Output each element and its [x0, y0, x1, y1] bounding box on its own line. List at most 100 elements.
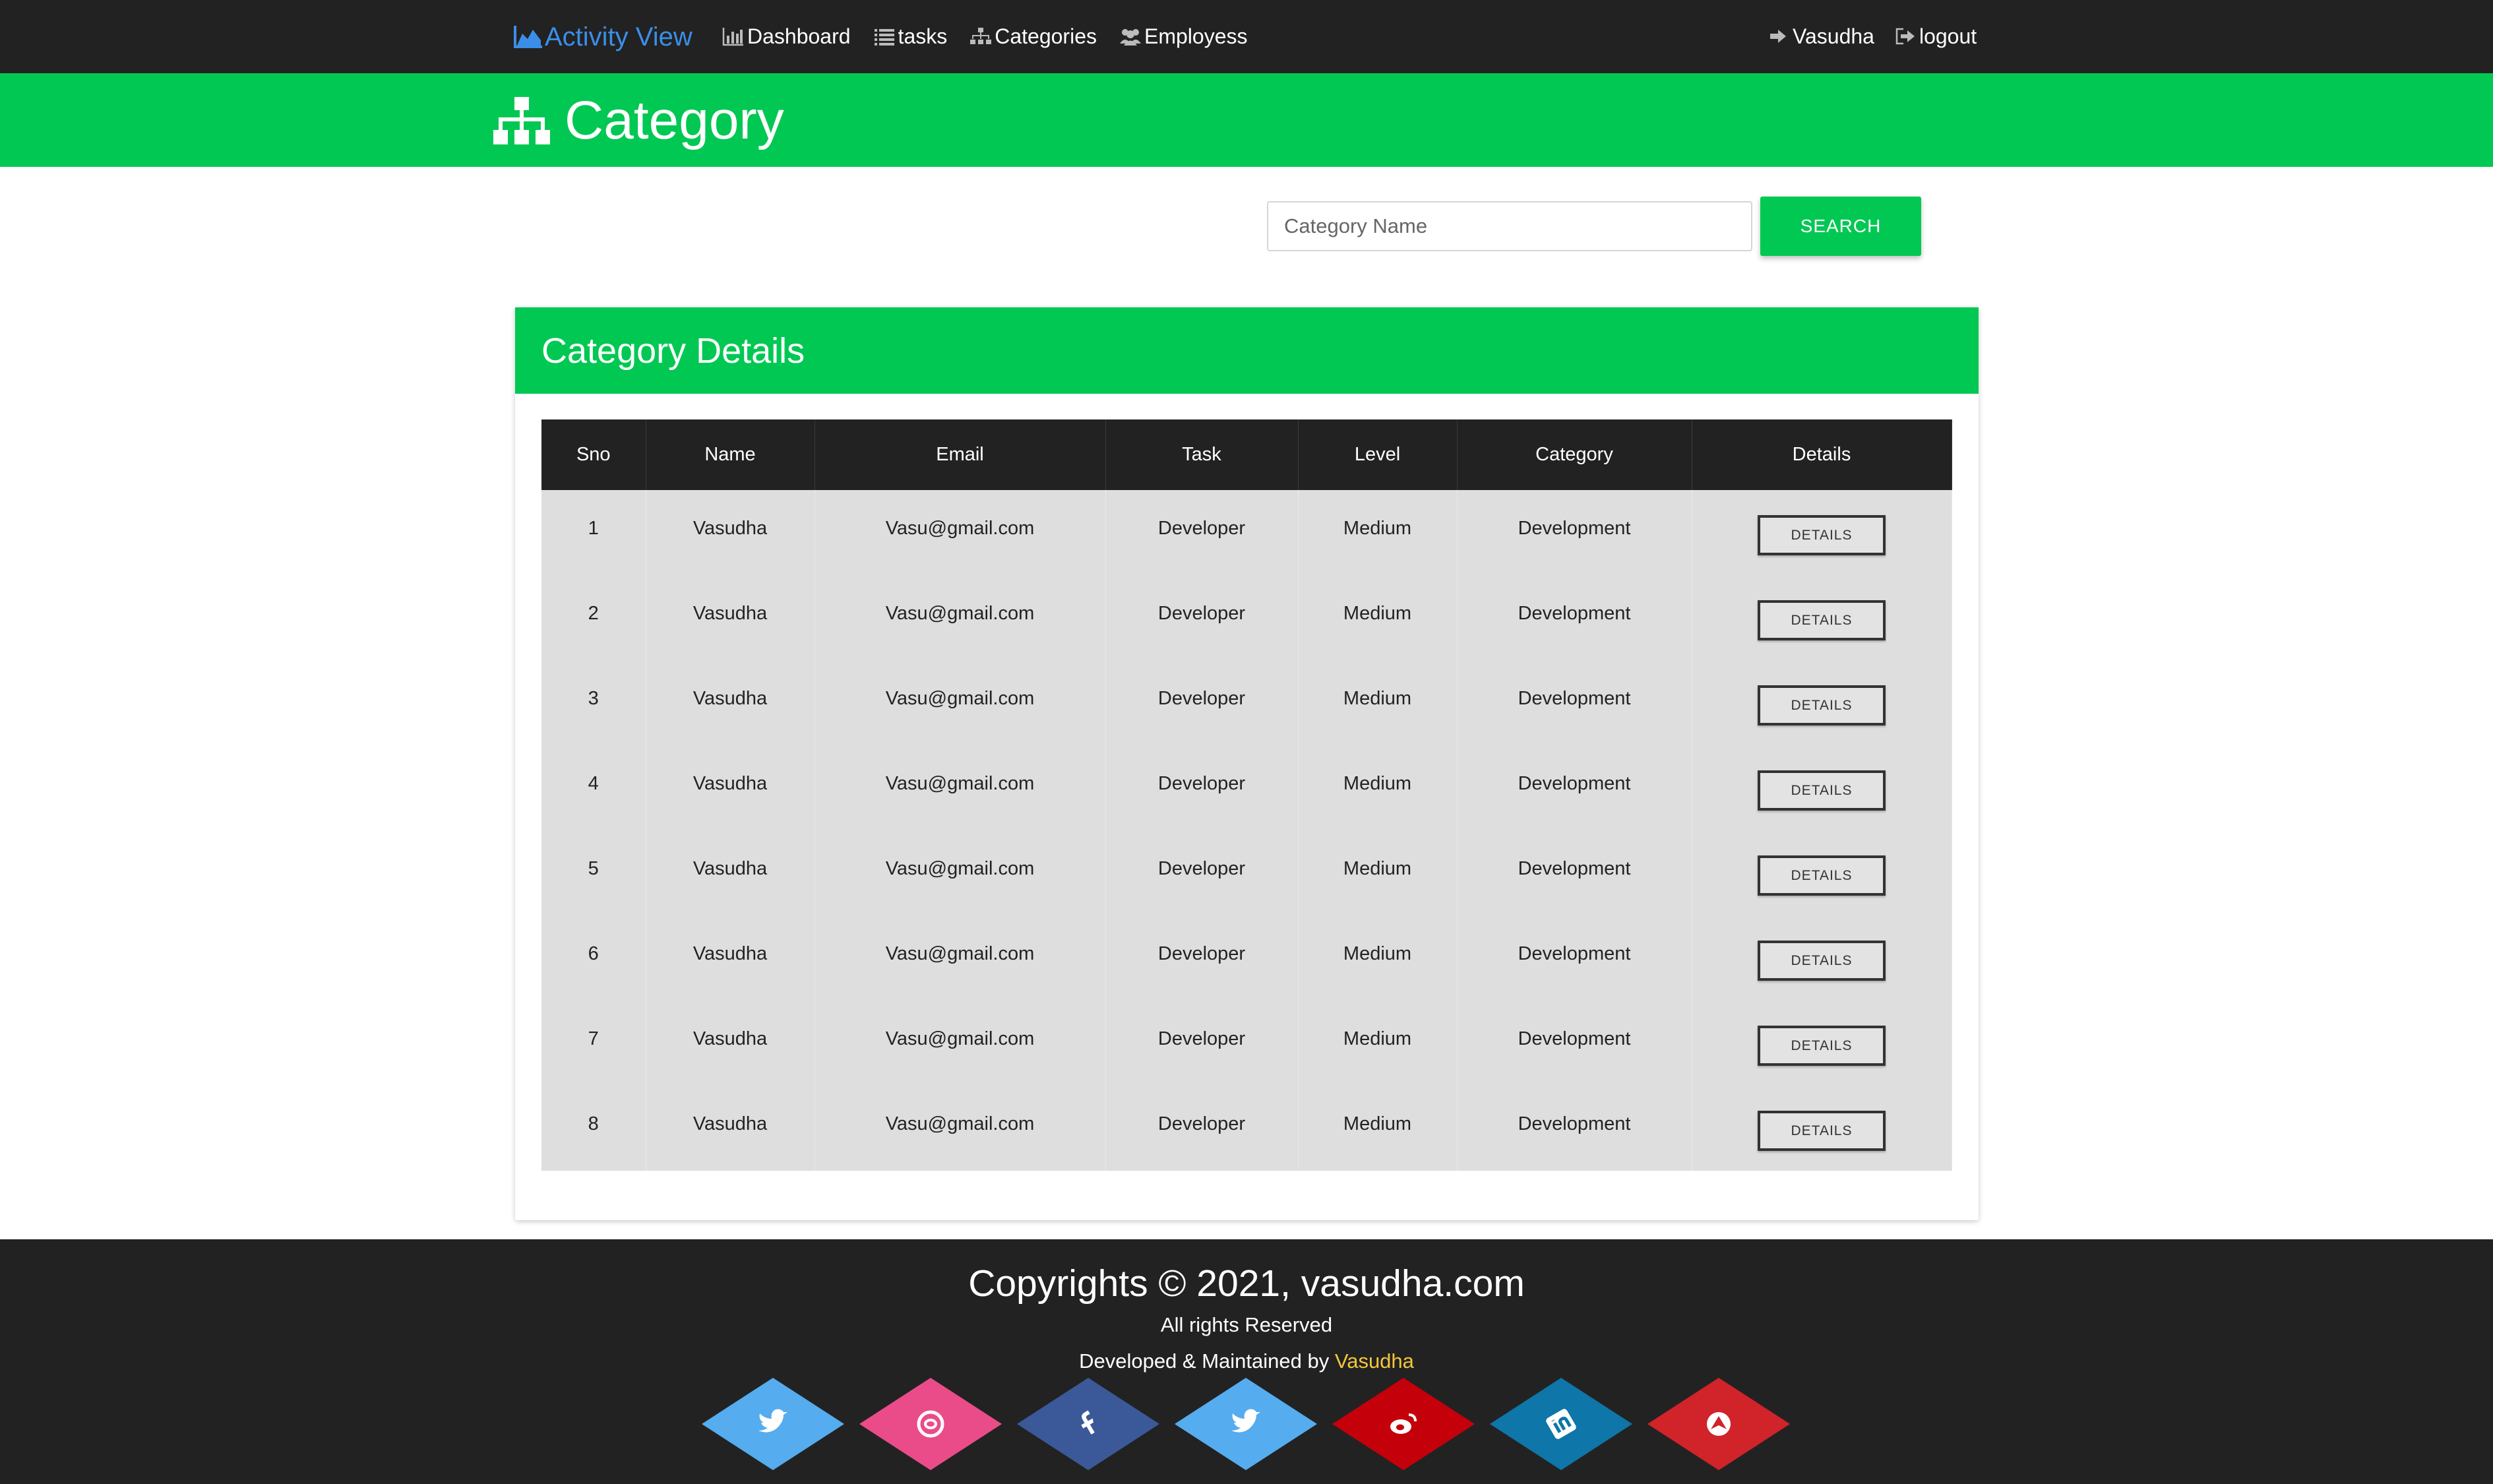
cell-level: Medium	[1298, 745, 1458, 830]
footer-developer-link[interactable]: Vasudha	[1335, 1349, 1414, 1373]
cell-task: Developer	[1105, 1086, 1299, 1171]
cell-task: Developer	[1105, 745, 1299, 830]
column-header-name[interactable]: Name	[646, 419, 815, 490]
cell-task: Developer	[1105, 915, 1299, 1001]
list-icon	[874, 29, 894, 46]
cell-details: DETAILS	[1692, 490, 1952, 575]
cell-category: Development	[1457, 660, 1692, 745]
nav-item-label: Categories	[995, 24, 1097, 48]
cell-category: Development	[1457, 915, 1692, 1001]
column-header-email[interactable]: Email	[815, 419, 1106, 490]
twitter-icon	[758, 1409, 787, 1433]
nav-item-employess[interactable]: Employess	[1119, 24, 1248, 49]
nav-user-link[interactable]: Vasudha	[1768, 24, 1874, 49]
cell-email: Vasu@gmail.com	[815, 915, 1106, 1001]
social-twitter-link[interactable]	[1175, 1378, 1317, 1470]
cell-task: Developer	[1105, 490, 1299, 575]
details-button[interactable]: DETAILS	[1758, 1111, 1886, 1151]
social-dribbble-link[interactable]	[859, 1378, 1002, 1470]
page-title-text: Category	[565, 90, 784, 150]
cell-name: Vasudha	[646, 660, 815, 745]
page-title: Category	[493, 88, 784, 154]
nav-item-tasks[interactable]: tasks	[873, 24, 948, 49]
cell-email: Vasu@gmail.com	[815, 830, 1106, 915]
nav-item-dashboard[interactable]: Dashboard	[722, 24, 851, 49]
cell-level: Medium	[1298, 915, 1458, 1001]
linkedin-icon	[1546, 1409, 1576, 1439]
cell-category: Development	[1457, 575, 1692, 660]
column-header-task[interactable]: Task	[1105, 419, 1299, 490]
cell-level: Medium	[1298, 1001, 1458, 1086]
cell-name: Vasudha	[646, 1086, 815, 1171]
cell-details: DETAILS	[1692, 915, 1952, 1001]
cell-task: Developer	[1105, 830, 1299, 915]
category-search-input[interactable]	[1267, 201, 1752, 251]
nav-item-label: tasks	[898, 24, 948, 48]
table-row: 8 Vasudha Vasu@gmail.com Developer Mediu…	[541, 1086, 1952, 1171]
category-table: Sno Name Email Task Level Category Detai…	[541, 419, 1952, 1171]
cell-category: Development	[1457, 830, 1692, 915]
social-twitter-link[interactable]	[702, 1378, 844, 1470]
table-header-row: Sno Name Email Task Level Category Detai…	[541, 419, 1952, 490]
cell-sno: 2	[541, 575, 646, 660]
cell-sno: 8	[541, 1086, 646, 1171]
area-chart-icon	[514, 26, 542, 48]
footer-rights: All rights Reserved	[1160, 1313, 1333, 1336]
social-weibo-link[interactable]	[1332, 1378, 1475, 1470]
navbar: Activity View Dashboard tasks Categories…	[0, 0, 2493, 73]
cell-name: Vasudha	[646, 575, 815, 660]
social-facebook-link[interactable]	[1017, 1378, 1159, 1470]
cell-sno: 1	[541, 490, 646, 575]
sitemap-icon	[970, 28, 992, 44]
column-header-category[interactable]: Category	[1457, 419, 1692, 490]
nav-item-label: Employess	[1144, 24, 1248, 48]
table-row: 5 Vasudha Vasu@gmail.com Developer Mediu…	[541, 830, 1952, 915]
details-button[interactable]: DETAILS	[1758, 770, 1886, 811]
cell-name: Vasudha	[646, 830, 815, 915]
details-button[interactable]: DETAILS	[1758, 600, 1886, 640]
column-header-sno[interactable]: Sno	[541, 419, 646, 490]
details-button[interactable]: DETAILS	[1758, 855, 1886, 896]
weibo-icon	[1390, 1413, 1417, 1434]
cell-category: Development	[1457, 1086, 1692, 1171]
cell-email: Vasu@gmail.com	[815, 1001, 1106, 1086]
cell-email: Vasu@gmail.com	[815, 490, 1106, 575]
cell-sno: 6	[541, 915, 646, 1001]
arrow-up-icon	[1707, 1412, 1731, 1436]
details-button[interactable]: DETAILS	[1758, 1026, 1886, 1066]
table-row: 7 Vasudha Vasu@gmail.com Developer Mediu…	[541, 1001, 1952, 1086]
table-row: 1 Vasudha Vasu@gmail.com Developer Mediu…	[541, 490, 1952, 575]
column-header-details[interactable]: Details	[1692, 419, 1952, 490]
cell-task: Developer	[1105, 1001, 1299, 1086]
cell-level: Medium	[1298, 660, 1458, 745]
nav-user-menu: Vasudha logout	[1768, 20, 1996, 53]
cell-level: Medium	[1298, 1086, 1458, 1171]
table-row: 2 Vasudha Vasu@gmail.com Developer Mediu…	[541, 575, 1952, 660]
bar-chart-icon	[722, 28, 743, 46]
column-header-level[interactable]: Level	[1298, 419, 1458, 490]
cell-details: DETAILS	[1692, 1001, 1952, 1086]
logout-label: logout	[1919, 24, 1977, 48]
details-button[interactable]: DETAILS	[1758, 515, 1886, 555]
page-header: Category	[0, 73, 2493, 167]
footer-copyright: Copyrights © 2021, vasudha.com	[968, 1262, 1525, 1305]
cell-email: Vasu@gmail.com	[815, 660, 1106, 745]
users-icon	[1119, 29, 1141, 46]
brand-label: Activity View	[545, 22, 692, 51]
details-button[interactable]: DETAILS	[1758, 685, 1886, 726]
nav-item-categories[interactable]: Categories	[970, 24, 1097, 49]
search-button[interactable]: SEARCH	[1760, 197, 1921, 256]
table-body: 1 Vasudha Vasu@gmail.com Developer Mediu…	[541, 490, 1952, 1171]
cell-email: Vasu@gmail.com	[815, 745, 1106, 830]
cell-email: Vasu@gmail.com	[815, 575, 1106, 660]
page: Activity View Dashboard tasks Categories…	[0, 0, 2493, 1484]
table-row: 6 Vasudha Vasu@gmail.com Developer Mediu…	[541, 915, 1952, 1001]
social-linkedin-link[interactable]	[1490, 1378, 1632, 1470]
brand-link[interactable]: Activity View	[513, 20, 692, 54]
cell-sno: 4	[541, 745, 646, 830]
twitter-icon	[1231, 1409, 1260, 1433]
social-arrow-up-link[interactable]	[1647, 1378, 1790, 1470]
cell-details: DETAILS	[1692, 1086, 1952, 1171]
details-button[interactable]: DETAILS	[1758, 941, 1886, 981]
logout-link[interactable]: logout	[1894, 24, 1977, 49]
